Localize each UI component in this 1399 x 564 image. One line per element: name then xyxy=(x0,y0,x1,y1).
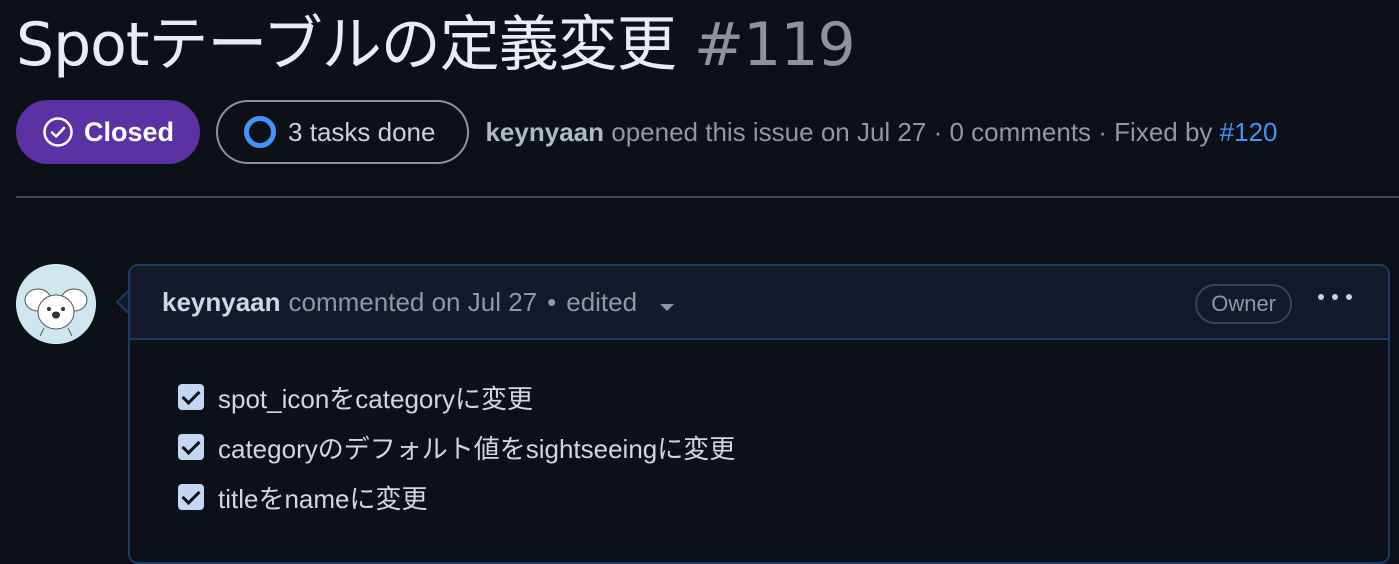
closed-state-badge: Closed xyxy=(16,100,201,164)
comment-author-link[interactable]: keynyaan xyxy=(162,287,281,318)
edited-label: edited xyxy=(566,286,638,317)
issue-opened-text: opened this issue on Jul 27 · 0 comments… xyxy=(611,116,1213,147)
task-list-item: titleをnameに変更 xyxy=(178,472,735,522)
tasks-label: 3 tasks done xyxy=(288,116,436,147)
task-list-item: spot_iconをcategoryに変更 xyxy=(178,372,735,422)
issue-author-link[interactable]: keynyaan xyxy=(485,117,604,147)
check-circle-icon xyxy=(43,117,73,147)
comment-header: keynyaan commented on Jul 27 • edited Ow… xyxy=(130,266,1388,340)
task-list: spot_iconをcategoryに変更 categoryのデフォルト値をsi… xyxy=(178,372,735,522)
issue-meta-row: Closed 3 tasks done keynyaan opened this… xyxy=(16,100,1278,164)
issue-meta-text: keynyaan opened this issue on Jul 27 · 0… xyxy=(485,117,1277,148)
issue-number: #119 xyxy=(693,10,856,80)
koala-avatar-icon xyxy=(16,264,96,344)
avatar[interactable] xyxy=(16,264,96,344)
comment-action: commented on Jul 27 xyxy=(288,286,538,317)
edited-dropdown[interactable]: edited xyxy=(566,286,675,318)
task-label: categoryのデフォルト値をsightseeingに変更 xyxy=(218,433,736,464)
task-checkbox[interactable] xyxy=(178,384,204,410)
header-divider xyxy=(16,196,1399,198)
chevron-down-icon xyxy=(660,303,675,311)
tasks-progress-pill[interactable]: 3 tasks done xyxy=(216,100,470,164)
kebab-horizontal-icon[interactable] xyxy=(1318,292,1352,302)
issue-title-row: Spotテーブルの定義変更 #119 xyxy=(16,8,856,82)
owner-badge: Owner xyxy=(1195,284,1292,324)
comment-separator: • xyxy=(547,286,557,317)
state-label: Closed xyxy=(84,116,175,147)
task-list-item: categoryのデフォルト値をsightseeingに変更 xyxy=(178,422,735,472)
comment-box: keynyaan commented on Jul 27 • edited Ow… xyxy=(128,264,1390,564)
task-label: titleをnameに変更 xyxy=(218,483,428,514)
issue-title: Spotテーブルの定義変更 xyxy=(16,10,677,80)
fixed-by-link[interactable]: #120 xyxy=(1220,117,1278,147)
task-checkbox[interactable] xyxy=(178,434,204,460)
task-checkbox[interactable] xyxy=(178,484,204,510)
task-label: spot_iconをcategoryに変更 xyxy=(218,383,534,414)
progress-ring-icon xyxy=(244,116,277,148)
